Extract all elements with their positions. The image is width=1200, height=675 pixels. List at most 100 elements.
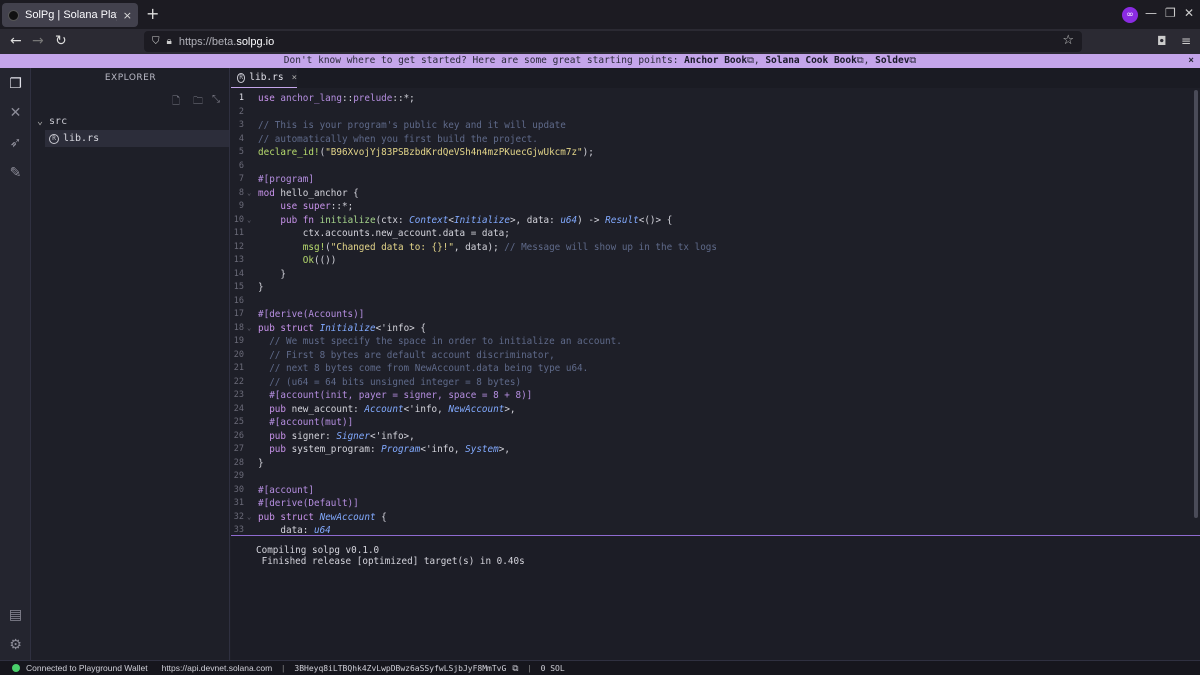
folder-label: src: [49, 116, 68, 127]
code-text: }: [258, 457, 264, 469]
fold-chevron-icon[interactable]: ⌄: [247, 511, 251, 525]
maximize-icon[interactable]: ❐: [1165, 6, 1176, 20]
close-tab-button[interactable]: ×: [123, 9, 132, 22]
lock-icon[interactable]: 🔒︎: [167, 36, 172, 47]
new-folder-icon[interactable]: 🗀︎: [193, 94, 203, 111]
code-line[interactable]: 8 ⌄ mod hello_anchor {: [231, 187, 1191, 201]
line-number: 3: [238, 120, 244, 130]
file-lib-rs[interactable]: R lib.rs: [45, 130, 229, 147]
code-text: declare_id!("B96XvojYj83PSBzbdKrdQeVSh4n…: [258, 147, 594, 158]
url-bar[interactable]: ⛉ 🔒︎ https://beta.solpg.io ☆: [144, 31, 1082, 52]
code-line[interactable]: 12 msg!("Changed data to: {}!", data); /…: [231, 241, 1191, 255]
terminal-panel[interactable]: Compiling solpg v0.1.0 Finished release …: [231, 535, 1200, 660]
code-line[interactable]: 24 pub new_account: Account<'info, NewAc…: [231, 403, 1191, 417]
code-line[interactable]: 23 #[account(init, payer = signer, space…: [231, 389, 1191, 403]
bookmark-star-icon[interactable]: ☆: [1062, 33, 1074, 48]
back-icon[interactable]: ←: [10, 32, 22, 50]
line-number: 19: [233, 336, 244, 346]
pocket-icon[interactable]: ◘: [1157, 34, 1167, 48]
explorer-files-icon[interactable]: ❐: [7, 76, 24, 93]
code-line[interactable]: 1 use anchor_lang::prelude::*;: [231, 92, 1191, 106]
code-line[interactable]: 3 // This is your program's public key an…: [231, 119, 1191, 133]
code-line[interactable]: 6: [231, 160, 1191, 174]
code-line[interactable]: 26 pub signer: Signer<'info>,: [231, 430, 1191, 444]
new-file-icon[interactable]: 🗋︎: [172, 94, 180, 111]
connection-status[interactable]: Connected to Playground Wallet: [26, 663, 148, 673]
line-number: 1: [238, 93, 244, 103]
code-text: }: [258, 268, 286, 280]
folder-src[interactable]: ⌄ src: [37, 116, 67, 127]
fold-chevron-icon[interactable]: ⌄: [247, 322, 251, 336]
code-line[interactable]: 10 ⌄ pub fn initialize(ctx: Context<Initi…: [231, 214, 1191, 228]
code-line[interactable]: 18 ⌄ pub struct Initialize<'info> {: [231, 322, 1191, 336]
connection-status-icon: [12, 664, 20, 672]
code-line[interactable]: 28}: [231, 457, 1191, 471]
code-text: pub fn initialize(ctx: Context<Initializ…: [280, 214, 673, 226]
code-line[interactable]: 2: [231, 106, 1191, 120]
forward-icon[interactable]: →: [32, 32, 44, 50]
code-line[interactable]: 13 Ok(()): [231, 254, 1191, 268]
code-line[interactable]: 31 #[derive(Default)]: [231, 497, 1191, 511]
line-number: 13: [233, 255, 244, 265]
code-line[interactable]: 19 // We must specify the space in order…: [231, 335, 1191, 349]
soldev-link[interactable]: Soldev: [875, 55, 909, 66]
editor-scrollbar[interactable]: [1194, 90, 1198, 518]
settings-gear-icon[interactable]: ⚙: [7, 637, 24, 654]
code-line[interactable]: 22 // (u64 = 64 bits unsigned integer = …: [231, 376, 1191, 390]
code-editor[interactable]: 1 use anchor_lang::prelude::*; 2 3 // This i…: [231, 88, 1200, 535]
shield-icon[interactable]: ⛉: [152, 36, 160, 47]
line-number: 29: [233, 471, 244, 481]
code-line[interactable]: 15}: [231, 281, 1191, 295]
banner-close-button[interactable]: ×: [1188, 54, 1194, 68]
test-icon[interactable]: ✎: [7, 165, 24, 182]
code-line[interactable]: 20 // First 8 bytes are default account …: [231, 349, 1191, 363]
rpc-endpoint[interactable]: https://api.devnet.solana.com: [162, 663, 273, 673]
fold-chevron-icon[interactable]: ⌄: [247, 187, 251, 201]
code-line[interactable]: 30 #[account]: [231, 484, 1191, 498]
code-line[interactable]: 32 ⌄ pub struct NewAccount {: [231, 511, 1191, 525]
fold-chevron-icon[interactable]: ⌄: [247, 214, 251, 228]
browser-tab-bar: SolPg | Solana Playground × + ∞ — ❐ ✕: [0, 0, 1200, 29]
minimize-icon[interactable]: —: [1145, 6, 1157, 20]
deploy-rocket-icon[interactable]: ➶: [7, 135, 24, 152]
url-text[interactable]: https://beta.solpg.io: [179, 36, 274, 48]
code-line[interactable]: 27 pub system_program: Program<'info, Sy…: [231, 443, 1191, 457]
menu-icon[interactable]: ≡: [1181, 34, 1191, 48]
code-text: // We must specify the space in order to…: [269, 336, 622, 347]
code-line[interactable]: 29: [231, 470, 1191, 484]
code-line[interactable]: 21 // next 8 bytes come from NewAccount.…: [231, 362, 1191, 376]
editor-tab-label: lib.rs: [249, 72, 284, 83]
activity-bar: ❐ ✕ ➶ ✎ ▤ ⚙: [0, 68, 31, 660]
code-line[interactable]: 16: [231, 295, 1191, 309]
code-line[interactable]: 14 }: [231, 268, 1191, 282]
editor-tab-lib-rs[interactable]: R lib.rs ×: [231, 68, 297, 88]
code-line[interactable]: 5 declare_id!("B96XvojYj83PSBzbdKrdQeVSh4…: [231, 146, 1191, 160]
line-number: 23: [233, 390, 244, 400]
editor-tab-close-button[interactable]: ×: [292, 73, 297, 83]
solana-cook-book-link[interactable]: Solana Cook Book: [765, 55, 857, 66]
starting-points-banner: Don't know where to get started? Here ar…: [0, 54, 1200, 68]
extension-icon[interactable]: ∞: [1122, 7, 1138, 23]
anchor-book-link[interactable]: Anchor Book: [684, 55, 747, 66]
build-tools-icon[interactable]: ✕: [7, 105, 24, 122]
window-close-icon[interactable]: ✕: [1184, 6, 1194, 20]
code-line[interactable]: 33 data: u64: [231, 524, 1191, 535]
code-line[interactable]: 4 // automatically when you first build t…: [231, 133, 1191, 147]
browser-tab[interactable]: SolPg | Solana Playground ×: [2, 3, 138, 27]
code-line[interactable]: 25 #[account(mut)]: [231, 416, 1191, 430]
wallet-address[interactable]: 3BHeyq8iLTBQhk4ZvLwpDBwz6aSSyfwLSjbJyF8M…: [294, 664, 506, 673]
wallet-icon[interactable]: ▤: [7, 607, 24, 624]
line-number: 17: [233, 309, 244, 319]
collapse-all-icon[interactable]: ⤡: [212, 94, 220, 105]
new-tab-button[interactable]: +: [146, 5, 159, 23]
code-line[interactable]: 17 #[derive(Accounts)]: [231, 308, 1191, 322]
code-line[interactable]: 9 use super::*;: [231, 200, 1191, 214]
terminal-line: Compiling solpg v0.1.0: [256, 545, 380, 556]
code-text: #[program]: [258, 174, 314, 185]
reload-icon[interactable]: ↻: [55, 32, 67, 50]
code-line[interactable]: 7 #[program]: [231, 173, 1191, 187]
code-text: pub struct NewAccount {: [258, 511, 387, 523]
code-text: mod hello_anchor {: [258, 187, 359, 199]
explorer-title: EXPLORER: [104, 73, 157, 83]
code-line[interactable]: 11 ctx.accounts.new_account.data = data;: [231, 227, 1191, 241]
